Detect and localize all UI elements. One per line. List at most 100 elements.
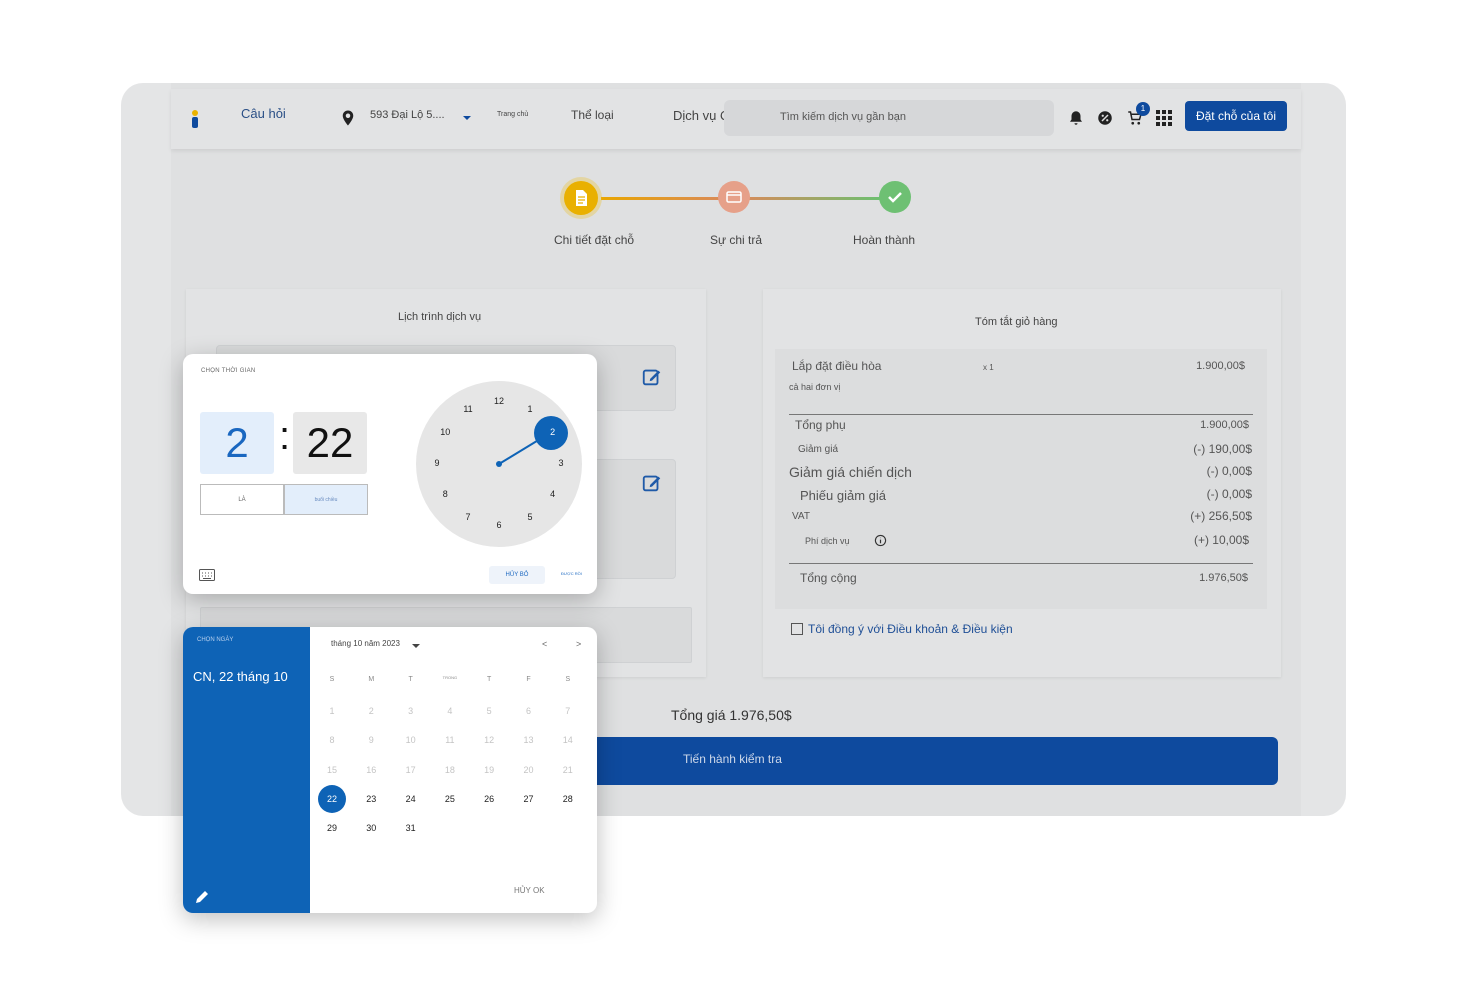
summary-panel: Lắp đặt điều hòa x 1 1.900,00$ cả hai đơ… xyxy=(775,349,1267,609)
calendar-day[interactable]: 3 xyxy=(396,706,426,716)
clock-number[interactable]: 8 xyxy=(437,489,453,499)
summary-divider xyxy=(789,563,1253,564)
date-cancel-ok-buttons[interactable]: HỦY OK xyxy=(514,886,545,895)
calendar-day[interactable]: 8 xyxy=(317,735,347,745)
calendar-day[interactable]: 14 xyxy=(553,735,583,745)
calendar-day[interactable]: 19 xyxy=(474,765,504,775)
calendar-day[interactable]: 21 xyxy=(553,765,583,775)
total-label: Tổng cộng xyxy=(800,571,857,585)
search-placeholder: Tìm kiếm dịch vụ gần bạn xyxy=(780,111,906,123)
calendar-day[interactable]: 2 xyxy=(356,706,386,716)
calendar-day[interactable]: 12 xyxy=(474,735,504,745)
chevron-down-icon[interactable] xyxy=(461,113,473,123)
calendar-day[interactable]: 17 xyxy=(396,765,426,775)
clock-number[interactable]: 6 xyxy=(491,520,507,530)
nav-faq-link[interactable]: Câu hỏi xyxy=(241,106,286,121)
time-picker-title: CHỌN THỜI GIAN xyxy=(201,368,256,374)
clock-number[interactable]: 2 xyxy=(545,427,561,437)
calendar-day[interactable]: 28 xyxy=(553,794,583,804)
clock-number[interactable]: 7 xyxy=(460,512,476,522)
location-pin-icon xyxy=(342,110,354,126)
clock-number[interactable]: 11 xyxy=(460,404,476,414)
clock-number[interactable]: 5 xyxy=(522,512,538,522)
item-price: 1.900,00$ xyxy=(1196,360,1245,372)
month-year-label[interactable]: tháng 10 năm 2023 xyxy=(331,639,400,648)
stepper-line-1 xyxy=(601,197,725,200)
selected-date-display: CN, 22 tháng 10 xyxy=(193,669,288,684)
am-toggle[interactable]: LÀ xyxy=(200,484,284,515)
info-icon[interactable] xyxy=(874,534,887,547)
nav-home-link[interactable]: Trang chủ xyxy=(497,111,528,118)
discount-icon[interactable] xyxy=(1096,109,1114,127)
edit-icon[interactable] xyxy=(641,366,663,388)
weekday-header: S xyxy=(565,676,571,683)
calendar-day[interactable]: 26 xyxy=(474,794,504,804)
item-name: Lắp đặt điều hòa xyxy=(792,359,882,373)
calendar-day[interactable]: 7 xyxy=(553,706,583,716)
calendar-day[interactable]: 30 xyxy=(356,823,386,833)
calendar-day[interactable]: 15 xyxy=(317,765,347,775)
subtotal-label: Tổng phụ xyxy=(795,418,846,432)
minute-display[interactable]: 22 xyxy=(293,412,367,474)
navbar: Câu hỏi 593 Đại Lộ 5.... Trang chủ Thể l… xyxy=(171,89,1301,149)
step-3-circle xyxy=(879,181,911,213)
clock-number[interactable]: 10 xyxy=(437,427,453,437)
calendar-day[interactable]: 9 xyxy=(356,735,386,745)
calendar-day[interactable]: 24 xyxy=(396,794,426,804)
clock-number[interactable]: 3 xyxy=(553,458,569,468)
clock-number[interactable]: 1 xyxy=(522,404,538,414)
time-cancel-button[interactable]: HỦY BỎ xyxy=(489,566,545,584)
time-ok-button[interactable]: ĐƯỢC RỒI xyxy=(561,571,582,576)
clock-number[interactable]: 9 xyxy=(429,458,445,468)
calendar-day[interactable]: 5 xyxy=(474,706,504,716)
edit-icon[interactable] xyxy=(641,472,663,494)
calendar-day[interactable]: 16 xyxy=(356,765,386,775)
calendar-day[interactable]: 31 xyxy=(396,823,426,833)
bell-icon[interactable] xyxy=(1067,109,1085,127)
calendar-day[interactable]: 20 xyxy=(514,765,544,775)
calendar-day[interactable]: 13 xyxy=(514,735,544,745)
calendar-day[interactable]: 11 xyxy=(435,735,465,745)
pm-toggle[interactable]: buổi chiều xyxy=(284,484,368,515)
calendar-day[interactable]: 4 xyxy=(435,706,465,716)
pencil-icon[interactable] xyxy=(194,889,210,905)
date-picker-header: CHỌN NGÀY CN, 22 tháng 10 xyxy=(183,627,310,913)
subtotal-value: 1.900,00$ xyxy=(1200,419,1249,431)
discount-value: (-) 190,00$ xyxy=(1193,442,1252,456)
keyboard-icon[interactable] xyxy=(199,569,215,581)
prev-month-button[interactable]: < xyxy=(542,639,547,649)
location-selector[interactable]: 593 Đại Lộ 5.... xyxy=(370,109,445,121)
calendar-day[interactable]: 10 xyxy=(396,735,426,745)
cart-summary-card: Tóm tắt giỏ hàng Lắp đặt điều hòa x 1 1.… xyxy=(763,289,1281,677)
nav-services-link[interactable]: Dịch vụ Q xyxy=(673,108,730,123)
calendar-day[interactable]: 1 xyxy=(317,706,347,716)
calendar-day[interactable]: 6 xyxy=(514,706,544,716)
discount-label: Giảm giá xyxy=(798,444,839,455)
hour-display[interactable]: 2 xyxy=(200,412,274,474)
calendar-day[interactable]: 25 xyxy=(435,794,465,804)
total-price-text: Tổng giá 1.976,50$ xyxy=(671,707,792,723)
campaign-value: (-) 0,00$ xyxy=(1206,464,1252,478)
total-value: 1.976,50$ xyxy=(1199,572,1248,584)
calendar-day[interactable]: 22 xyxy=(317,794,347,804)
nav-category-link[interactable]: Thể loại xyxy=(571,108,614,122)
checkout-button[interactable]: Tiến hành kiểm tra xyxy=(573,737,1278,785)
apps-grid-icon[interactable] xyxy=(1155,109,1173,127)
cart-count-badge: 1 xyxy=(1136,102,1150,116)
clock-face[interactable]: 12 1 2 3 4 5 6 7 8 9 10 11 xyxy=(416,381,582,547)
month-dropdown-icon[interactable] xyxy=(411,642,421,650)
calendar-day[interactable]: 23 xyxy=(356,794,386,804)
calendar-day[interactable]: 18 xyxy=(435,765,465,775)
terms-link[interactable]: Tôi đồng ý với Điều khoản & Điều kiện xyxy=(808,622,1013,636)
checkout-label: Tiến hành kiểm tra xyxy=(683,752,782,766)
clock-number[interactable]: 4 xyxy=(545,489,561,499)
my-bookings-button[interactable]: Đặt chỗ của tôi xyxy=(1185,101,1287,131)
weekday-header: M xyxy=(368,676,375,683)
calendar-day[interactable]: 27 xyxy=(514,794,544,804)
clock-number[interactable]: 12 xyxy=(491,396,507,406)
calendar-day[interactable]: 29 xyxy=(317,823,347,833)
logo-icon[interactable] xyxy=(189,109,201,129)
next-month-button[interactable]: > xyxy=(576,639,581,649)
search-input[interactable]: Tìm kiếm dịch vụ gần bạn xyxy=(724,100,1054,136)
terms-checkbox[interactable] xyxy=(791,623,803,635)
